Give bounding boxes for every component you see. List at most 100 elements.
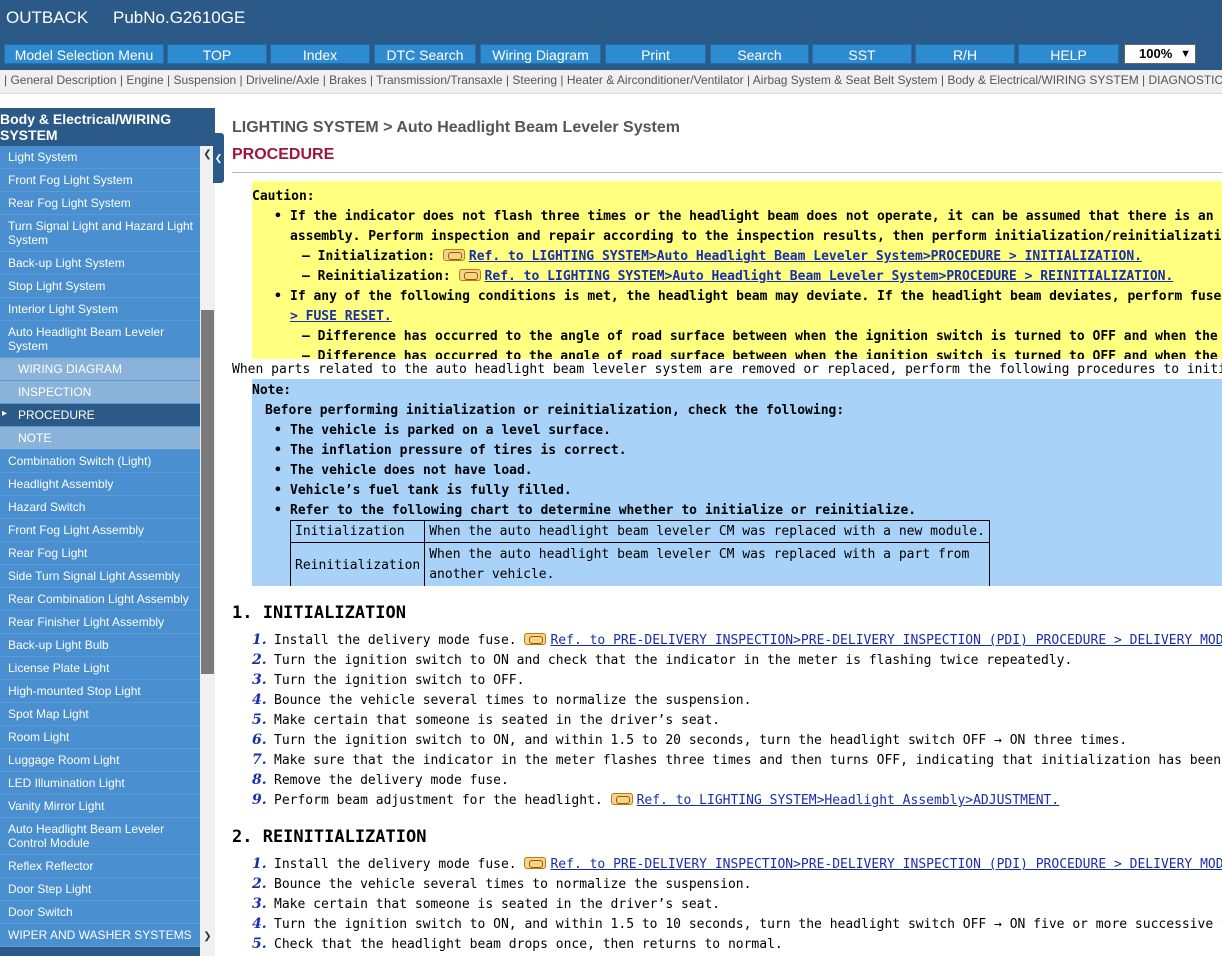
sidebar-item[interactable]: Turn Signal Light and Hazard Light Syste… bbox=[0, 215, 200, 252]
sidebar-item[interactable]: Front Fog Light Assembly bbox=[0, 519, 200, 542]
category-general-description[interactable]: General Description bbox=[10, 73, 116, 87]
breadcrumb: LIGHTING SYSTEM > Auto Headlight Beam Le… bbox=[232, 119, 680, 136]
step-text: Remove the delivery mode fuse. bbox=[274, 773, 509, 788]
sidebar-item[interactable]: INSPECTION bbox=[0, 381, 200, 404]
sidebar-item[interactable]: WIRING DIAGRAM bbox=[0, 358, 200, 381]
step-number: 1. bbox=[252, 856, 267, 872]
sidebar-item[interactable]: Rear Combination Light Assembly bbox=[0, 588, 200, 611]
step-text: Check that the headlight beam drops once… bbox=[274, 937, 783, 952]
step-number: 8. bbox=[252, 772, 267, 788]
category-heater-aircon[interactable]: Heater & Airconditioner/Ventilator bbox=[567, 73, 744, 87]
list-item: 2. Turn the ignition switch to ON and che… bbox=[252, 652, 1072, 668]
step-number: 7. bbox=[252, 752, 267, 768]
zoom-select[interactable]: 100% ▼ bbox=[1124, 44, 1196, 64]
sidebar-item[interactable]: Front Fog Light System bbox=[0, 169, 200, 192]
sidebar-item[interactable]: Rear Fog Light System bbox=[0, 192, 200, 215]
sidebar-item[interactable]: Side Turn Signal Light Assembly bbox=[0, 565, 200, 588]
list-item: 7. Make sure that the indicator in the me… bbox=[252, 752, 1222, 768]
sidebar-item[interactable]: Door Switch bbox=[0, 901, 200, 924]
sidebar-item[interactable]: Rear Fog Light bbox=[0, 542, 200, 565]
sst-button[interactable]: SST bbox=[812, 44, 912, 64]
sidebar-item[interactable]: Light System bbox=[0, 146, 200, 169]
print-button[interactable]: Print bbox=[605, 44, 706, 64]
title-bar: OUTBACK PubNo.G2610GE bbox=[0, 0, 1222, 36]
sidebar-item[interactable]: Hazard Switch bbox=[0, 496, 200, 519]
initialization-ref-link[interactable]: Ref. to LIGHTING SYSTEM>Auto Headlight B… bbox=[469, 249, 1142, 264]
sidebar-scroll-thumb[interactable] bbox=[201, 310, 214, 674]
sidebar-item[interactable]: LED Illumination Light bbox=[0, 772, 200, 795]
step-number: 4. bbox=[252, 692, 267, 708]
category-engine[interactable]: Engine bbox=[126, 73, 163, 87]
rh-button[interactable]: R/H bbox=[915, 44, 1015, 64]
note-lead: Before performing initialization or rein… bbox=[265, 403, 845, 418]
sidebar-item[interactable]: Back-up Light System bbox=[0, 252, 200, 275]
page-title: PROCEDURE bbox=[232, 146, 335, 163]
sidebar-item[interactable]: Vanity Mirror Light bbox=[0, 795, 200, 818]
help-button[interactable]: HELP bbox=[1018, 44, 1119, 64]
note-bullet-fuel-tank: Vehicle’s fuel tank is fully filled. bbox=[290, 483, 572, 498]
note-bullet-tire-pressure: The inflation pressure of tires is corre… bbox=[290, 443, 627, 458]
caution-bullet-2-text: If any of the following conditions is me… bbox=[290, 289, 1222, 304]
sidebar-item[interactable]: Rear Finisher Light Assembly bbox=[0, 611, 200, 634]
wiring-diagram-button[interactable]: Wiring Diagram bbox=[480, 44, 601, 64]
category-transmission[interactable]: Transmission/Transaxle bbox=[376, 73, 502, 87]
table-row: Initialization When the auto headlight b… bbox=[289, 520, 990, 543]
sidebar-item[interactable]: Headlight Assembly bbox=[0, 473, 200, 496]
zoom-value: 100% bbox=[1139, 46, 1173, 61]
sidebar-collapse-tab[interactable]: ❮ bbox=[213, 133, 224, 183]
step-ref-link[interactable]: Ref. to PRE-DELIVERY INSPECTION>PRE-DELI… bbox=[550, 633, 1222, 648]
sidebar-item[interactable]: Auto Headlight Beam Leveler System bbox=[0, 321, 200, 358]
list-item: 6. Turn the ignition switch to ON, and wi… bbox=[252, 732, 1127, 748]
list-item: 3. Make certain that someone is seated in… bbox=[252, 896, 720, 912]
index-button[interactable]: Index bbox=[270, 44, 370, 64]
sidebar-item[interactable]: Back-up Light Bulb bbox=[0, 634, 200, 657]
sidebar-item[interactable]: Auto Headlight Beam Leveler Control Modu… bbox=[0, 818, 200, 855]
step-number: 9. bbox=[252, 792, 267, 808]
chevron-down-icon[interactable]: ❯ bbox=[200, 930, 215, 944]
dtc-search-button[interactable]: DTC Search bbox=[374, 44, 476, 64]
list-item: 1. Install the delivery mode fuse. Ref. t… bbox=[252, 856, 1222, 872]
step-text: Turn the ignition switch to OFF. bbox=[274, 673, 525, 688]
sidebar-item[interactable]: Interior Light System bbox=[0, 298, 200, 321]
sidebar-item[interactable]: Room Light bbox=[0, 726, 200, 749]
list-item: 5. Make certain that someone is seated in… bbox=[252, 712, 720, 728]
sidebar-item[interactable]: License Plate Light bbox=[0, 657, 200, 680]
step-text: Turn the ignition switch to ON, and with… bbox=[274, 733, 1128, 748]
category-steering[interactable]: Steering bbox=[512, 73, 557, 87]
sidebar-item[interactable]: PROCEDURE bbox=[0, 404, 200, 427]
category-airbag[interactable]: Airbag System & Seat Belt System bbox=[753, 73, 938, 87]
top-button[interactable]: TOP bbox=[167, 44, 267, 64]
sidebar-item[interactable]: Spot Map Light bbox=[0, 703, 200, 726]
fuse-reset-link[interactable]: > FUSE RESET. bbox=[290, 309, 392, 324]
table-cell: Initialization bbox=[289, 520, 426, 543]
sidebar-item[interactable]: Door Step Light bbox=[0, 878, 200, 901]
model-name: OUTBACK bbox=[6, 8, 89, 27]
list-item: 8. Remove the delivery mode fuse. bbox=[252, 772, 509, 788]
step-number: 6. bbox=[252, 732, 267, 748]
sidebar-item[interactable]: High-mounted Stop Light bbox=[0, 680, 200, 703]
category-diagnostic[interactable]: DIAGNOSTIC bbox=[1149, 73, 1222, 87]
sidebar-item[interactable]: Reflex Reflector bbox=[0, 855, 200, 878]
caution-sub-initialization: – Initialization: Ref. to LIGHTING SYSTE… bbox=[302, 249, 1142, 264]
publication-number: PubNo.G2610GE bbox=[113, 8, 246, 27]
reference-link-icon bbox=[524, 857, 547, 869]
search-button[interactable]: Search bbox=[710, 44, 809, 64]
sidebar-item[interactable]: Stop Light System bbox=[0, 275, 200, 298]
step-text: Bounce the vehicle several times to norm… bbox=[274, 877, 752, 892]
model-selection-menu-button[interactable]: Model Selection Menu bbox=[4, 44, 164, 64]
category-brakes[interactable]: Brakes bbox=[329, 73, 366, 87]
category-body-electrical[interactable]: Body & Electrical/WIRING SYSTEM bbox=[947, 73, 1138, 87]
sidebar-item[interactable]: Luggage Room Light bbox=[0, 749, 200, 772]
sidebar-item[interactable]: NOTE bbox=[0, 427, 200, 450]
sidebar-item[interactable]: WIPER AND WASHER SYSTEMS bbox=[0, 924, 200, 947]
step-text: Make certain that someone is seated in t… bbox=[274, 713, 721, 728]
sidebar-header: Body & Electrical/WIRING SYSTEM bbox=[0, 111, 172, 143]
note-bullet-level-surface: The vehicle is parked on a level surface… bbox=[290, 423, 611, 438]
step-ref-link[interactable]: Ref. to LIGHTING SYSTEM>Headlight Assemb… bbox=[637, 793, 1060, 808]
sidebar-item[interactable]: Combination Switch (Light) bbox=[0, 450, 200, 473]
reinitialization-ref-link[interactable]: Ref. to LIGHTING SYSTEM>Auto Headlight B… bbox=[485, 269, 1174, 284]
caution-heading: Caution: bbox=[252, 189, 315, 204]
category-driveline-axle[interactable]: Driveline/Axle bbox=[246, 73, 319, 87]
category-suspension[interactable]: Suspension bbox=[173, 73, 236, 87]
step-ref-link[interactable]: Ref. to PRE-DELIVERY INSPECTION>PRE-DELI… bbox=[550, 857, 1222, 872]
